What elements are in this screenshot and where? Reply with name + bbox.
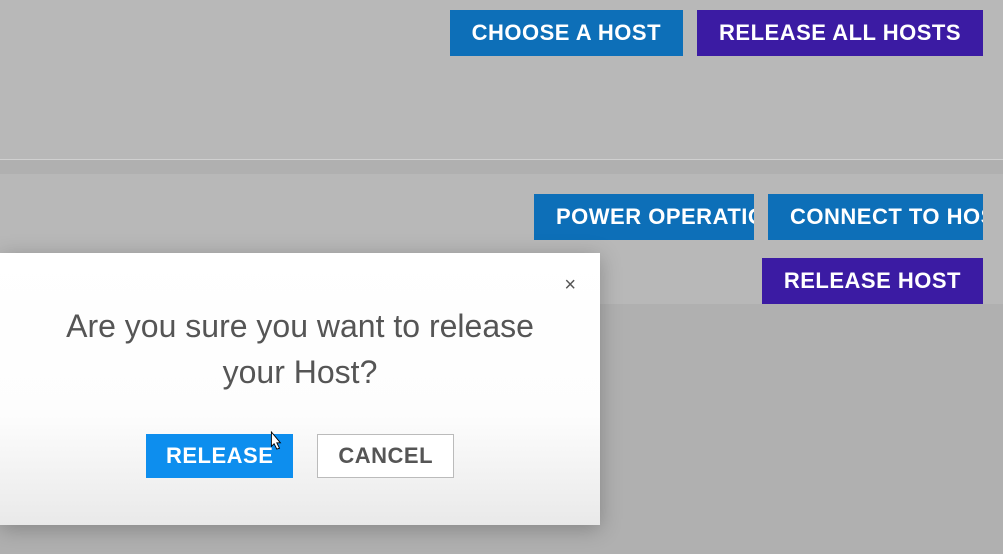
power-operation-button[interactable]: POWER OPERATION xyxy=(534,194,754,240)
confirm-release-modal: × Are you sure you want to release your … xyxy=(0,253,600,525)
bottom-toolbar-row1: POWER OPERATION CONNECT TO HOST xyxy=(534,194,983,240)
top-toolbar: CHOOSE A HOST RELEASE ALL HOSTS xyxy=(0,0,1003,160)
cancel-button[interactable]: CANCEL xyxy=(317,434,454,478)
bottom-toolbar-row2: RELEASE HOST xyxy=(762,258,983,304)
connect-to-host-button[interactable]: CONNECT TO HOST xyxy=(768,194,983,240)
release-button[interactable]: RELEASE xyxy=(146,434,293,478)
close-icon[interactable]: × xyxy=(564,275,576,295)
modal-button-row: RELEASE CANCEL xyxy=(40,434,560,478)
modal-message: Are you sure you want to release your Ho… xyxy=(40,303,560,396)
choose-host-button[interactable]: CHOOSE A HOST xyxy=(450,10,683,56)
release-all-hosts-button[interactable]: RELEASE ALL HOSTS xyxy=(697,10,983,56)
release-host-button[interactable]: RELEASE HOST xyxy=(762,258,983,304)
